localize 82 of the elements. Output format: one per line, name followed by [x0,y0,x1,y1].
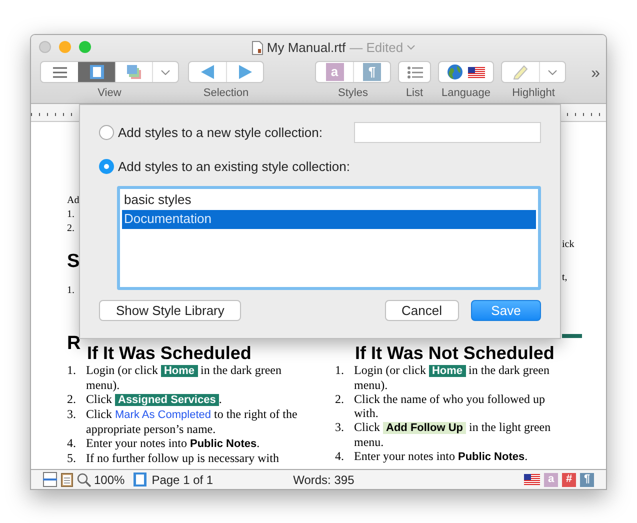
collection-list[interactable]: basic styles Documentation [117,186,541,290]
list-item-text: Click the name of who you followed up with. [354,392,546,420]
close-button[interactable] [39,41,51,53]
toolbar-label: Language [442,86,490,101]
inline-label: Assigned Services [115,394,219,406]
text-fragment: ick [562,238,574,252]
word-count: Words: 395 [293,472,354,488]
dialog-button[interactable]: Show Style Library [99,300,242,320]
flag-icon [468,66,485,78]
document-icon [252,40,263,54]
list-item-text: Click Assigned Services . [86,392,222,407]
list-button[interactable] [398,61,431,83]
text-fragment: t, [562,272,568,283]
list-item-text: Enter your notes into Public Notes. [86,436,260,451]
zoom-icon [77,472,91,486]
page-icon [88,64,104,80]
column-heading: If It Was Scheduled [86,344,252,363]
heading-fragment: S [67,251,80,272]
list-item-text: Enter your notes into Public Notes. [354,449,528,464]
column-heading: If It Was Not Scheduled [354,344,556,363]
list-number: 2. [335,392,345,408]
toolbar-label: Highlight [512,86,555,101]
collection-item[interactable]: basic styles [122,190,536,210]
caret-icon [548,70,557,74]
style-glyph-icon: a [326,63,344,81]
toolbar-label: Selection [203,86,249,101]
heading-fragment: R [67,333,81,354]
radio-button[interactable] [99,125,114,140]
list-number: 3. [335,420,345,436]
list-number: 4. [67,436,77,451]
flag-icon [524,474,540,485]
list-number: 2. [67,392,77,407]
list-item-text: If no further follow up is necessary with [86,451,279,465]
page-count: Page 1 of 1 [152,472,214,488]
highlight-segmented-control[interactable] [501,61,566,83]
toolbar-label: List [406,86,424,101]
zoom-button[interactable] [79,41,91,53]
menu-icon [52,66,66,78]
list-number: 5. [67,451,77,465]
globe-icon [447,64,463,80]
left-arrow-icon [200,65,214,79]
list-item-text: Click Add Follow Up in the light green menu. [354,420,552,449]
text-fragment: 1. [67,285,74,296]
radio-label: Add styles to an existing style collection: [118,158,350,176]
highlighter-icon [512,64,528,80]
inline-label: Home [160,365,198,377]
text-fragment: 2. [67,222,74,236]
right-arrow-icon [238,65,252,79]
collection-item[interactable]: Documentation [122,210,536,228]
inline-label: Home [428,365,466,377]
radio-button[interactable] [99,159,114,174]
list-item-text: Click Mark As Completed to the right of the appropriate person’s name. [86,407,298,436]
list-icon [406,66,422,78]
caret-icon [161,70,170,74]
overflow-button[interactable]: » [591,62,600,86]
collection-name-field[interactable] [354,122,541,143]
view-segmented-control[interactable] [40,61,179,83]
text-fragment: Ad [67,194,80,208]
status-glyph-icon: # [562,472,576,486]
zoom-level: 100% [94,472,125,488]
layout-icon [126,64,142,80]
radio-label: Add styles to a new style collection: [118,124,322,142]
style-glyph-icon: ¶ [363,63,381,81]
list-number: 4. [335,449,345,464]
status-glyph-icon: a [544,472,558,486]
inline-label: Add Follow Up [383,422,466,434]
toolbar-label: Styles [338,86,368,101]
list-number: 3. [67,407,77,423]
list-item-text: Login (or click Home in the dark green menu). [86,363,283,392]
list-number: 1. [67,363,77,379]
status-glyph-icon: ¶ [580,472,594,486]
selection-segmented-control[interactable] [188,61,264,83]
caret-icon [407,45,416,50]
list-item-text: Login (or click Home in the dark green menu). [354,363,551,392]
language-button[interactable] [438,61,494,83]
list-number: 1. [335,363,345,379]
dialog-button[interactable]: Cancel [384,300,459,320]
minimize-button[interactable] [59,41,71,53]
window-title: My Manual.rtf [266,38,346,57]
text-fragment: 1. [67,208,74,222]
edited-status: — Edited [350,38,404,57]
toolbar-label: View [98,86,122,101]
